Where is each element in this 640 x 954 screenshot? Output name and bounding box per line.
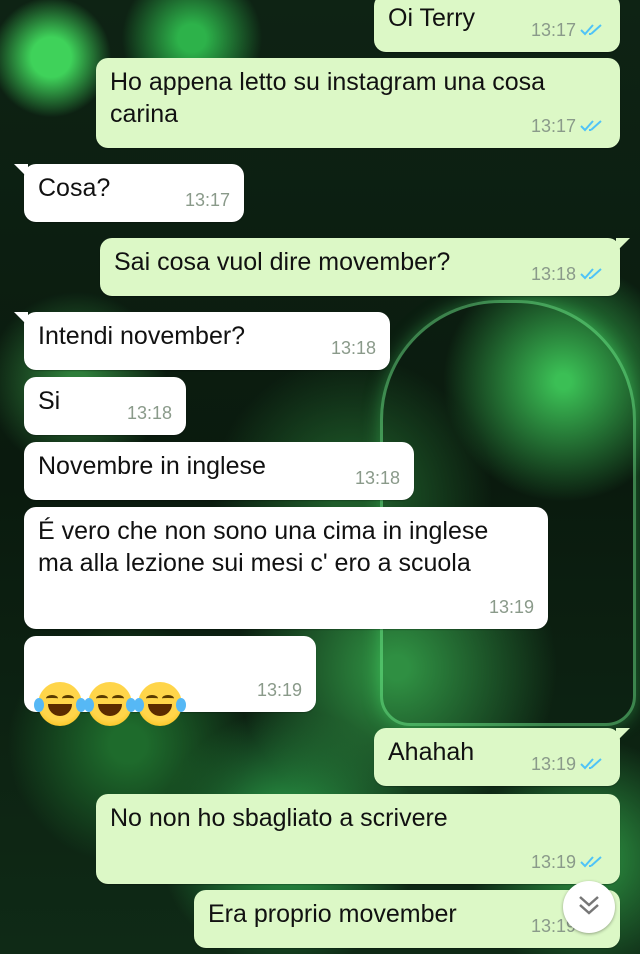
message-bubble-incoming[interactable]: Intendi november? 13:18 — [14, 312, 390, 370]
message-time: 13:18 — [330, 338, 376, 358]
read-ticks-icon — [580, 22, 606, 38]
message-time: 13:17 — [530, 116, 576, 136]
read-ticks-icon — [580, 854, 606, 870]
message-bubble-incoming[interactable]: É vero che non sono una cima in inglese … — [24, 507, 548, 629]
message-text: Si — [38, 387, 61, 415]
message-text: Oi Terry — [388, 4, 476, 32]
face-with-tears-of-joy-icon — [134, 682, 186, 726]
message-bubble-outgoing[interactable]: Era proprio movember 13:19 — [194, 890, 620, 948]
message-time: 13:19 — [488, 597, 534, 617]
message-bubble-outgoing[interactable]: Oi Terry 13:17 — [374, 0, 620, 52]
message-time: 13:17 — [184, 190, 230, 210]
message-bubble-incoming[interactable]: 13:19 — [24, 636, 316, 726]
message-text: Era proprio movember — [208, 900, 457, 928]
message-bubble-outgoing[interactable]: Sai cosa vuol dire movember? 13:18 — [100, 238, 630, 296]
read-ticks-icon — [580, 266, 606, 282]
message-bubble-incoming[interactable]: Si 13:18 — [24, 377, 186, 435]
message-text: Ho appena letto su instagram una cosa ca… — [110, 68, 545, 128]
message-bubble-outgoing[interactable]: Ahahah 13:19 — [374, 728, 630, 786]
message-bubble-incoming[interactable]: Cosa? 13:17 — [14, 164, 244, 222]
double-chevron-down-icon — [576, 893, 602, 922]
message-time: 13:18 — [354, 468, 400, 488]
message-time: 13:18 — [126, 403, 172, 423]
message-bubble-outgoing[interactable]: No non ho sbagliato a scrivere 13:19 — [96, 794, 620, 884]
message-bubble-incoming[interactable]: Novembre in inglese 13:18 — [24, 442, 414, 500]
message-text: Intendi november? — [38, 322, 246, 350]
read-ticks-icon — [580, 756, 606, 772]
message-time: 13:18 — [530, 264, 576, 284]
message-text: Ahahah — [388, 738, 475, 766]
face-with-tears-of-joy-icon — [84, 682, 136, 726]
face-with-tears-of-joy-icon — [34, 682, 86, 726]
message-time: 13:17 — [530, 20, 576, 40]
message-text: No non ho sbagliato a scrivere — [110, 804, 448, 832]
message-text: É vero che non sono una cima in inglese … — [38, 517, 489, 577]
message-time: 13:19 — [530, 852, 576, 872]
emoji-message — [34, 650, 188, 726]
message-time: 13:19 — [530, 754, 576, 774]
message-text: Novembre in inglese — [38, 452, 266, 480]
scroll-to-bottom-button[interactable] — [563, 881, 615, 933]
message-time: 13:19 — [256, 680, 302, 700]
read-ticks-icon — [580, 118, 606, 134]
message-text: Sai cosa vuol dire movember? — [114, 248, 451, 276]
message-text: Cosa? — [38, 174, 111, 202]
message-bubble-outgoing[interactable]: Ho appena letto su instagram una cosa ca… — [96, 58, 620, 148]
